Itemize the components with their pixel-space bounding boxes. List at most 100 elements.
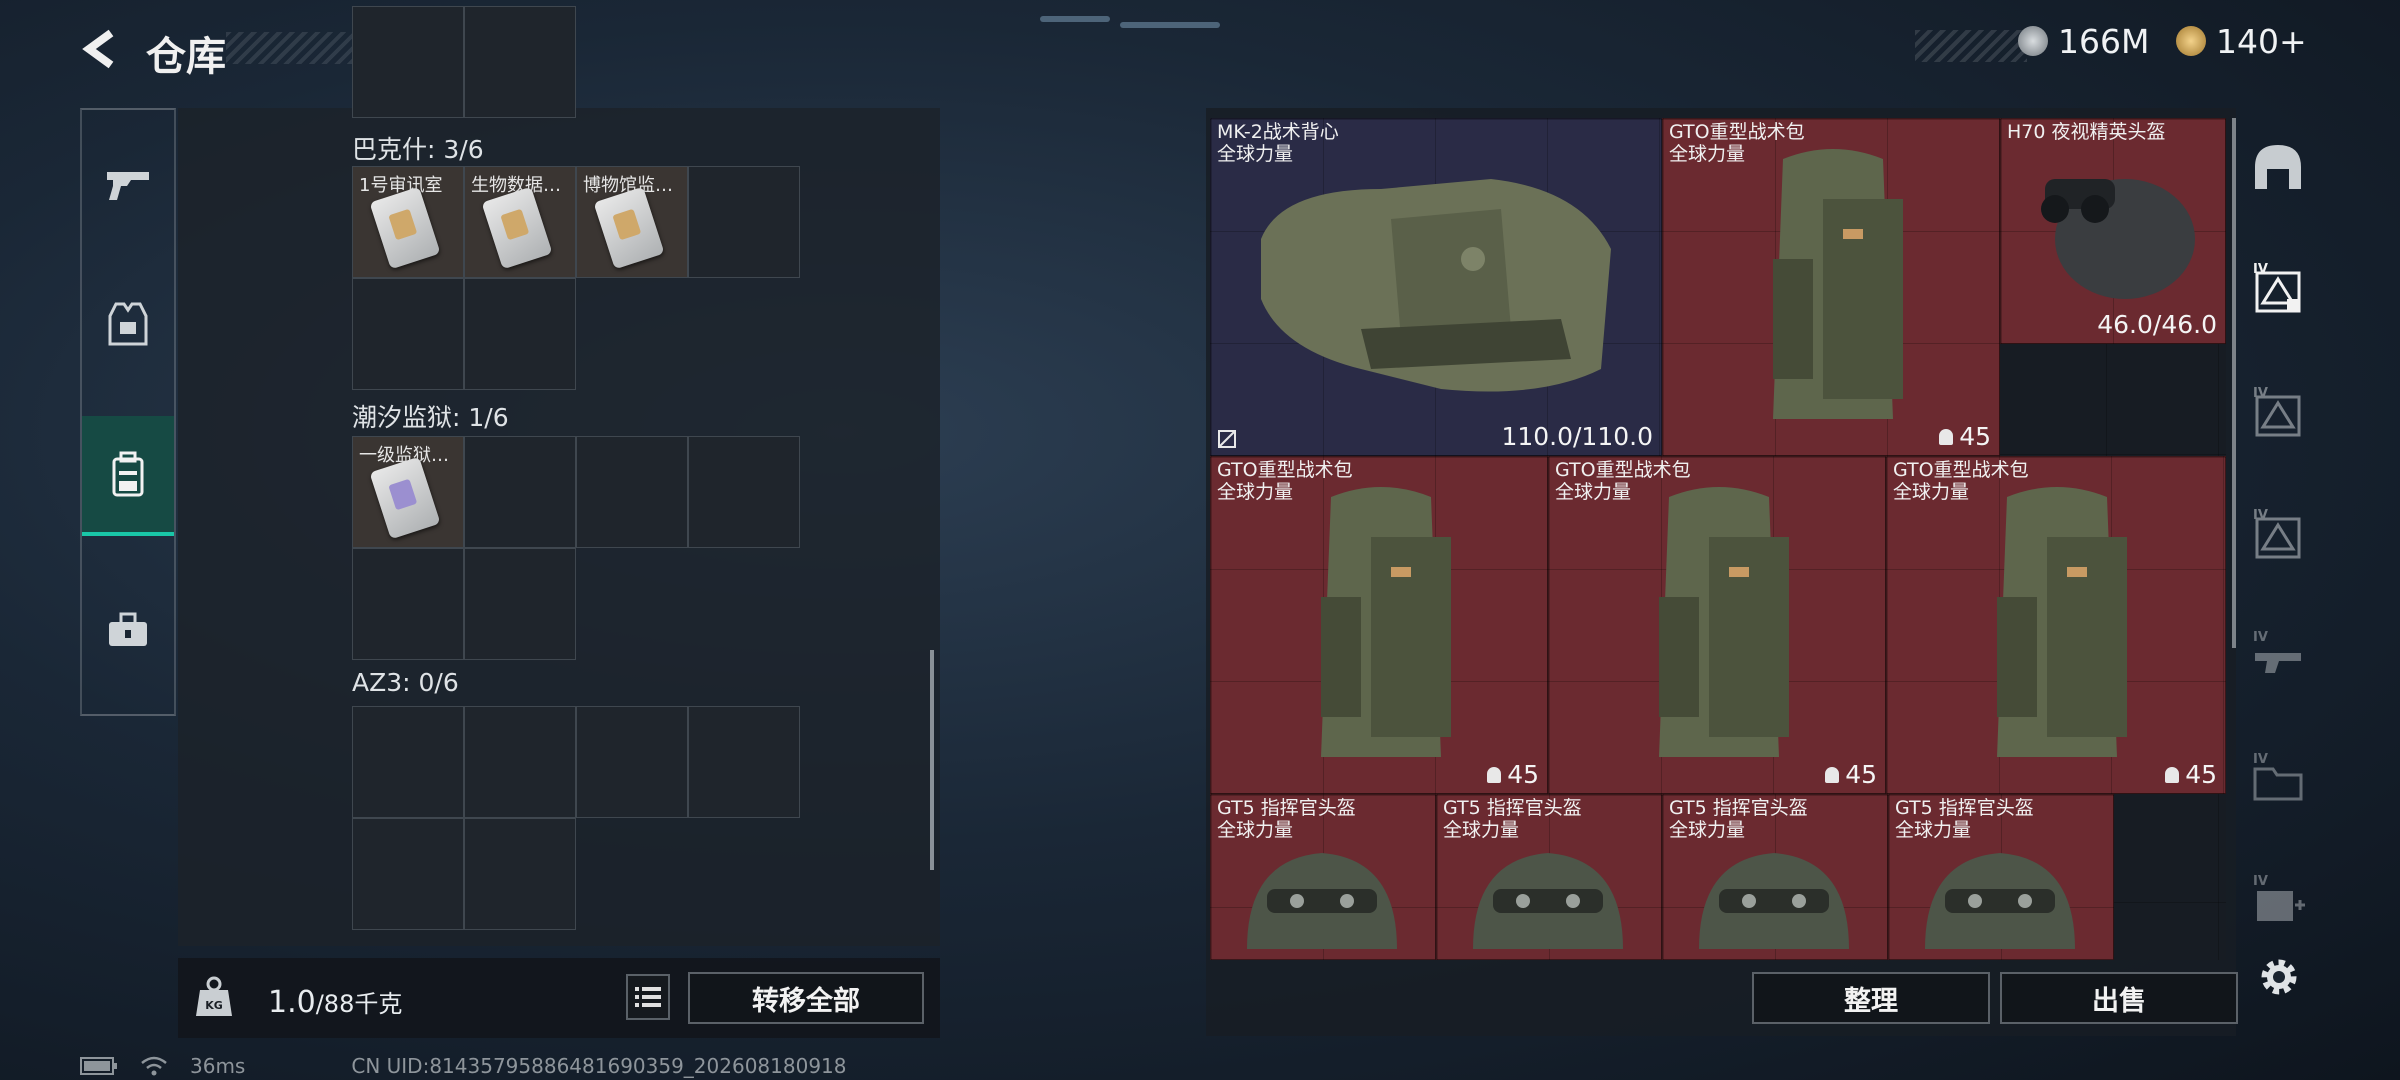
- storage-slot[interactable]: [352, 818, 464, 930]
- tier-label: IV: [2253, 386, 2268, 401]
- inventory-item[interactable]: GTO重型战术包 全球力量 45: [1210, 456, 1548, 794]
- storage-slot[interactable]: 一级监狱…: [352, 436, 464, 548]
- currency-silver[interactable]: 166M: [2018, 20, 2149, 62]
- capacity-icon: [1487, 766, 1502, 783]
- nav-armor[interactable]: [82, 264, 174, 384]
- status-bar: 36ms CN UID:8143579588648169035​9_202608…: [80, 1054, 847, 1078]
- helmet-item-icon: [1925, 853, 2075, 949]
- nav-helmet-slot[interactable]: [2236, 108, 2320, 228]
- item-durability: 46.0/46.0: [2097, 310, 2217, 339]
- storage-slot[interactable]: [688, 166, 800, 278]
- backpack-item-icon: [1997, 487, 2127, 757]
- nav-armor-slot[interactable]: IV: [2236, 228, 2320, 348]
- capacity-icon: [1939, 428, 1954, 445]
- tactical-vest-icon: [1261, 179, 1611, 392]
- storage-slot[interactable]: 生物数据…: [464, 166, 576, 278]
- back-arrow-icon: [82, 29, 114, 69]
- nav-toolbox[interactable]: [82, 570, 174, 690]
- nav-medkit-slot[interactable]: IV: [2236, 840, 2320, 960]
- battery-icon: [80, 1057, 117, 1075]
- storage-scrollbar[interactable]: [930, 650, 934, 870]
- category-nav: [80, 108, 176, 716]
- item-faction: 全球力量: [1893, 481, 1970, 503]
- night-vision-helmet-icon: [2041, 179, 2195, 299]
- inventory-item[interactable]: GT5 指挥官头盔 全球力量: [1888, 794, 2114, 960]
- storage-slot[interactable]: [464, 6, 576, 118]
- currency-gold[interactable]: 140+: [2176, 20, 2307, 62]
- svg-text:KG: KG: [205, 999, 223, 1012]
- helmet-item-icon: [1473, 853, 1623, 949]
- list-view-button[interactable]: [626, 974, 670, 1020]
- storage-slot[interactable]: [352, 706, 464, 818]
- gear-icon: [2261, 959, 2297, 995]
- ping-text: 36ms: [190, 1054, 246, 1078]
- toolbox-icon: [109, 612, 147, 646]
- item-faction: 全球力量: [1669, 819, 1746, 841]
- item-quantity-value: 45: [1845, 760, 1877, 789]
- currency-silver-value: 166M: [2058, 21, 2150, 61]
- weapon-slot-icon: IV: [2253, 630, 2301, 673]
- item-faction: 全球力量: [1555, 481, 1632, 503]
- storage-slot[interactable]: [464, 706, 576, 818]
- item-faction: 全球力量: [1669, 143, 1746, 165]
- item-name: GTO重型战术包: [1555, 459, 1691, 481]
- storage-slot[interactable]: [464, 548, 576, 660]
- inventory-item[interactable]: GT5 指挥官头盔 全球力量: [1662, 794, 1888, 960]
- armor-icon: [108, 302, 148, 346]
- weight-current: 1.0: [268, 985, 316, 1020]
- silver-coin-icon: [2018, 26, 2048, 56]
- item-name: GTO重型战术包: [1217, 459, 1353, 481]
- nav-armor-slot[interactable]: IV: [2236, 352, 2320, 472]
- storage-slot[interactable]: [464, 818, 576, 930]
- inventory-item[interactable]: MK-2战术背心 全球力量 110.0/110.0: [1210, 118, 1662, 456]
- keycard-icon: [481, 186, 553, 270]
- weight-icon: KG: [196, 976, 232, 1016]
- inventory-item[interactable]: H70 夜视精英头盔 46.0/46.0: [2000, 118, 2226, 344]
- tier-label: IV: [2253, 262, 2268, 277]
- inventory-item[interactable]: GTO重型战术包 全球力量 45: [1886, 456, 2226, 794]
- storage-slot[interactable]: [352, 548, 464, 660]
- nav-folder-slot[interactable]: IV: [2236, 718, 2320, 838]
- inventory-grid[interactable]: MK-2战术背心 全球力量 110.0/110.0 GTO重型战术包 全球力量 …: [1210, 118, 2226, 960]
- currency-decoration: [1915, 30, 2027, 62]
- nav-weapons[interactable]: [82, 124, 174, 244]
- weapon-icon: [107, 172, 149, 200]
- backpack-item-icon: [1773, 149, 1903, 419]
- storage-panel[interactable]: 巴克什: 3/6 1号审讯室 生物数据… 博物馆监… 潮汐监狱: 1/6 一级监…: [178, 6, 940, 946]
- armor-slot-icon: IV: [2253, 508, 2301, 559]
- back-button[interactable]: [78, 26, 124, 72]
- storage-slot[interactable]: [464, 278, 576, 390]
- nav-armor-slot[interactable]: IV: [2236, 474, 2320, 594]
- tier-label: IV: [2253, 874, 2268, 889]
- storage-slot[interactable]: [688, 706, 800, 818]
- sort-button[interactable]: 整理: [1752, 972, 1990, 1024]
- inventory-item[interactable]: GTO重型战术包 全球力量 45: [1548, 456, 1886, 794]
- transfer-all-button[interactable]: 转移全部: [688, 972, 924, 1024]
- currency-gold-value: 140+: [2216, 21, 2307, 61]
- gold-coin-icon: [2176, 26, 2206, 56]
- storage-slot[interactable]: 博物馆监…: [576, 166, 688, 278]
- armor-slot-icon: IV: [2253, 262, 2301, 313]
- nav-backpack[interactable]: [82, 416, 174, 536]
- storage-slot[interactable]: [352, 278, 464, 390]
- storage-slot[interactable]: 1号审讯室: [352, 166, 464, 278]
- inventory-item[interactable]: GT5 指挥官头盔 全球力量: [1436, 794, 1662, 960]
- list-icon: [635, 987, 661, 1007]
- sell-button[interactable]: 出售: [2000, 972, 2238, 1024]
- nav-weapon-slot[interactable]: IV: [2236, 596, 2320, 716]
- item-faction: 全球力量: [1895, 819, 1972, 841]
- storage-slot[interactable]: [688, 436, 800, 548]
- storage-slot[interactable]: [464, 436, 576, 548]
- inventory-item[interactable]: GTO重型战术包 全球力量 45: [1662, 118, 2000, 456]
- settings-button[interactable]: [2256, 954, 2306, 1004]
- section-label: 巴克什: 3/6: [352, 135, 484, 164]
- storage-slot[interactable]: [576, 706, 688, 818]
- item-name: MK-2战术背心: [1217, 121, 1339, 143]
- keycard-icon: [369, 456, 441, 540]
- storage-slot[interactable]: [352, 6, 464, 118]
- capacity-icon: [1825, 766, 1840, 783]
- item-quantity: 45: [2165, 760, 2217, 789]
- medkit-slot-icon: IV: [2253, 874, 2305, 921]
- storage-slot[interactable]: [576, 436, 688, 548]
- inventory-item[interactable]: GT5 指挥官头盔 全球力量: [1210, 794, 1436, 960]
